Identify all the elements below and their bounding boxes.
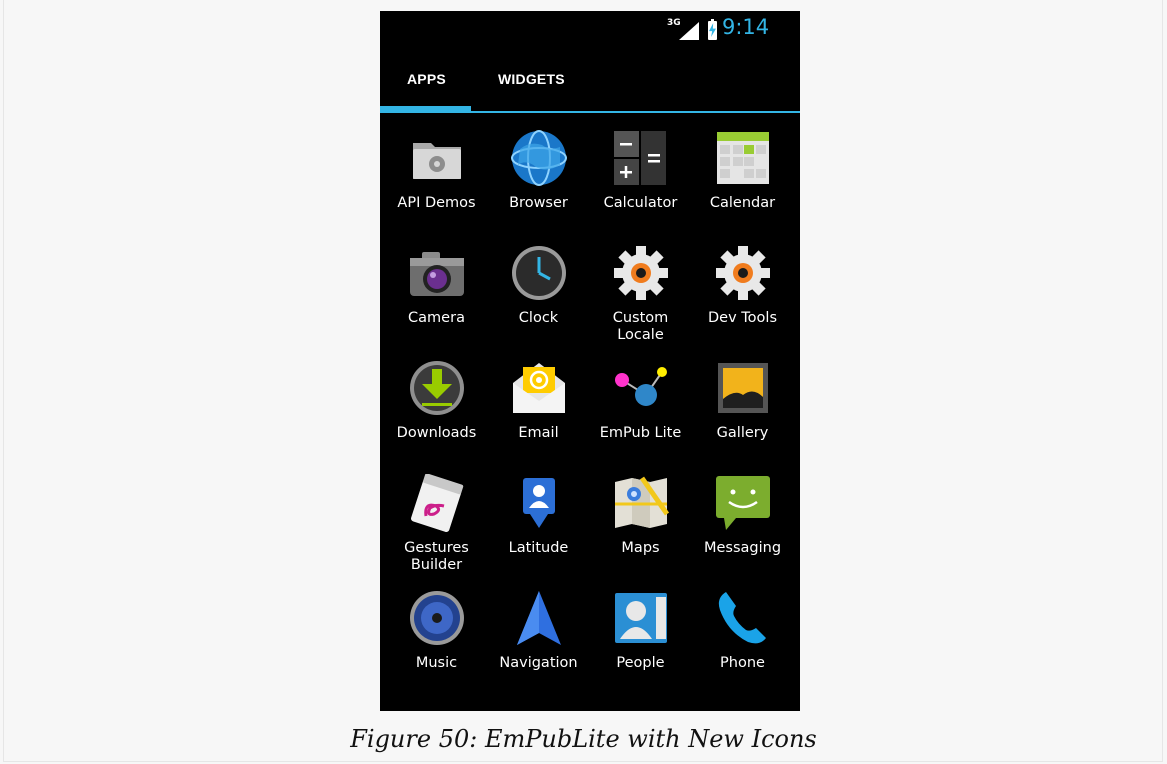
chat-bubble-icon [716, 476, 770, 530]
app-label: Latitude [508, 540, 569, 556]
app-label: Clock [518, 310, 559, 326]
envelope-icon [513, 363, 565, 413]
clock-icon [512, 246, 566, 300]
calculator-icon [614, 131, 666, 185]
tab-selected-indicator [380, 106, 471, 112]
status-time: 9:14 [722, 15, 770, 39]
app-label: Camera [408, 310, 465, 326]
download-icon [410, 361, 464, 415]
app-label: Custom Locale [612, 310, 669, 343]
molecule-icon [615, 367, 667, 406]
tab-apps[interactable]: APPS [407, 71, 446, 87]
app-label: API Demos [397, 195, 476, 211]
app-label: Email [518, 425, 559, 441]
battery-charging-icon [708, 19, 717, 40]
camera-icon [410, 252, 464, 296]
app-label: Phone [720, 655, 765, 671]
app-label: Gallery [716, 425, 769, 441]
tab-bar: APPS WIDGETS [380, 49, 800, 113]
app-label: People [616, 655, 665, 671]
calendar-icon [717, 132, 769, 184]
app-label: Calendar [709, 195, 776, 211]
signal-icon [679, 22, 699, 40]
app-label: Messaging [703, 540, 782, 556]
map-pin-icon [523, 478, 555, 528]
speaker-icon [410, 591, 464, 645]
gear-icon [716, 246, 770, 300]
contact-card-icon [615, 593, 667, 643]
app-label: EmPub Lite [599, 425, 682, 441]
app-label: Dev Tools [708, 310, 777, 326]
phone-handset-icon [718, 592, 766, 644]
status-bar: 3G 9:14 [380, 11, 800, 49]
app-label: Maps [621, 540, 660, 556]
picture-icon [718, 363, 768, 413]
app-label: Browser [509, 195, 568, 211]
tab-widgets[interactable]: WIDGETS [498, 71, 565, 87]
app-label: Navigation [499, 655, 578, 671]
map-icon [615, 476, 670, 528]
app-label: Gestures Builder [404, 540, 469, 573]
navigation-arrow-icon [517, 591, 561, 645]
gear-icon [614, 246, 668, 300]
phone-screen: 3G 9:14 APPS WIDGETS API Demos Browser C… [380, 11, 800, 711]
app-label: Calculator [603, 195, 678, 211]
gesture-icon [411, 474, 464, 532]
app-label: Downloads [396, 425, 477, 441]
app-label: Music [415, 655, 458, 671]
figure-caption: Figure 50: EmPubLite with New Icons [350, 725, 817, 753]
folder-gear-icon [413, 143, 461, 179]
globe-icon [511, 130, 567, 186]
